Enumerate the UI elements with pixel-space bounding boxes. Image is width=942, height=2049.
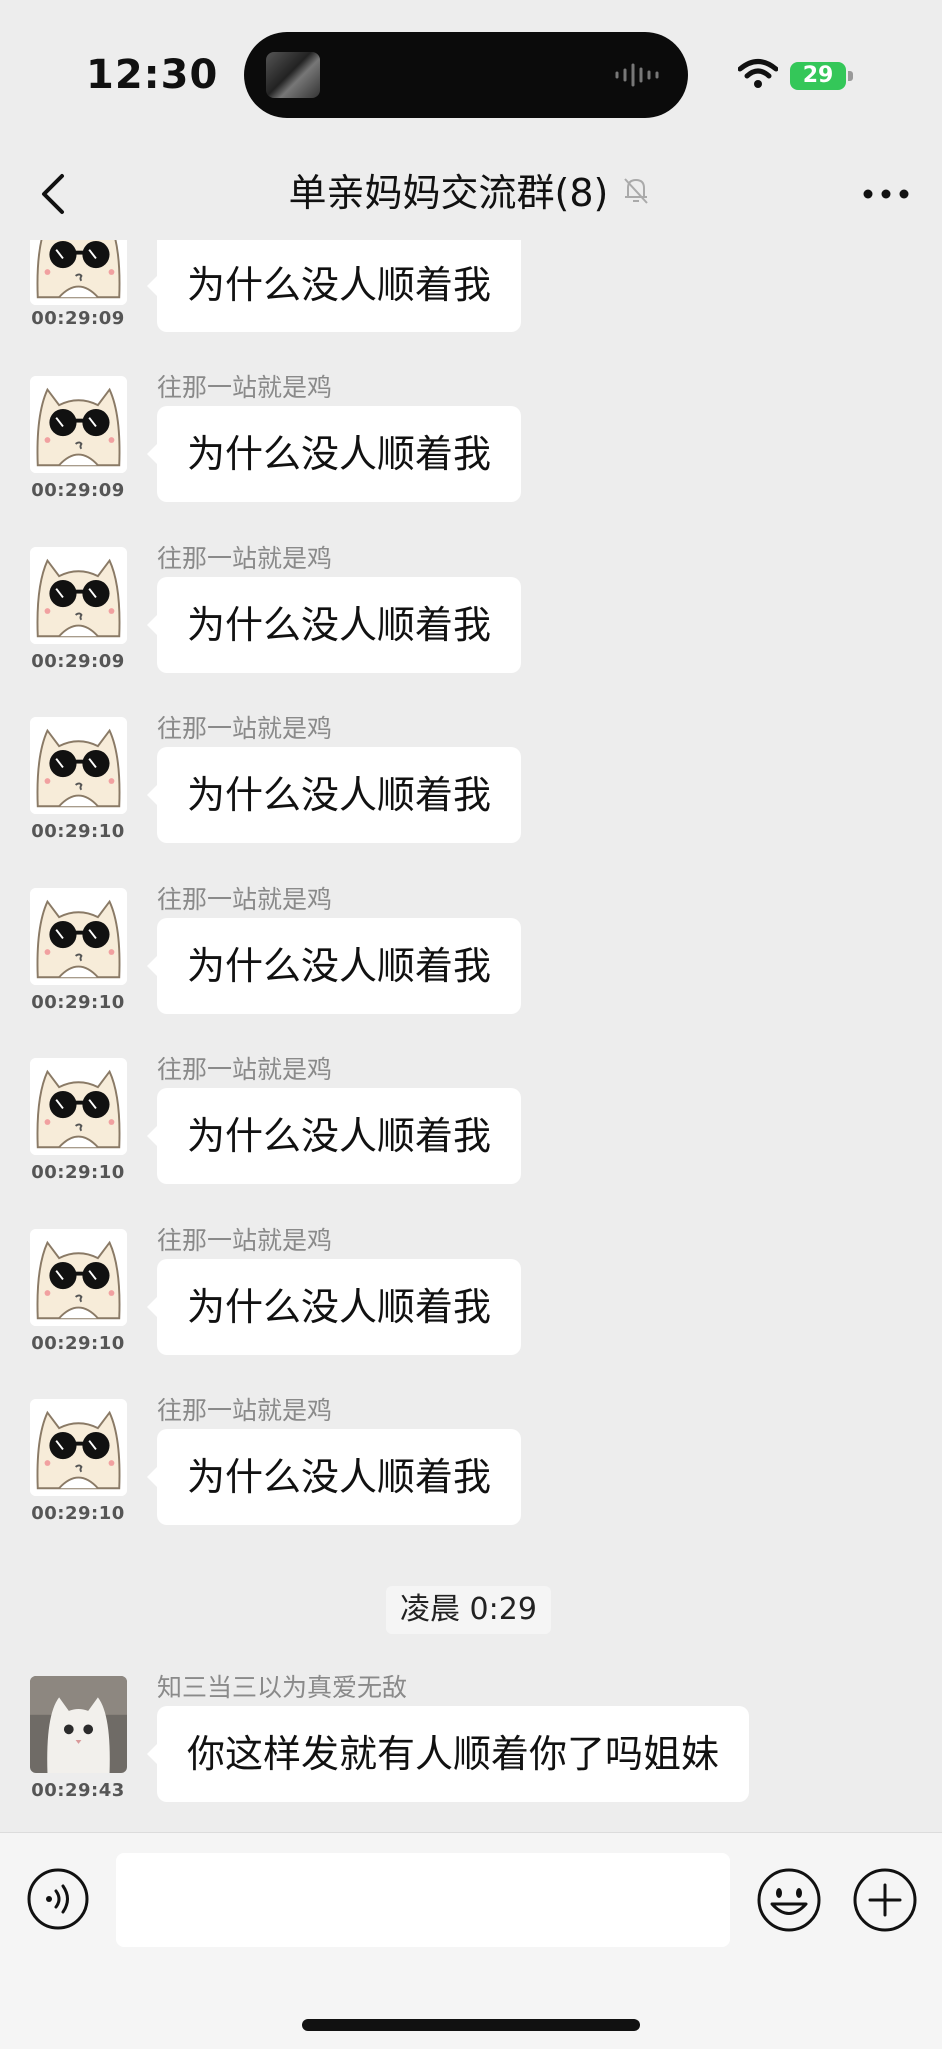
chat-title-wrap: 单亲妈妈交流群(8) <box>0 162 942 217</box>
message-bubble[interactable]: 为什么没人顺着我 <box>146 577 522 673</box>
message-input[interactable] <box>116 1853 730 1947</box>
status-time: 12:30 <box>86 52 219 98</box>
system-time-divider: 凌晨 0:29 <box>386 1586 551 1634</box>
avatar[interactable] <box>30 1676 127 1773</box>
message-bubble[interactable]: 为什么没人顺着我 <box>146 747 522 843</box>
plus-icon[interactable] <box>852 1867 918 1933</box>
avatar[interactable] <box>30 888 127 985</box>
header-shadow <box>0 238 942 240</box>
sender-name: 往那一站就是鸡 <box>157 544 333 573</box>
message-row: 00:29:10 往那一站就是鸡 为什么没人顺着我 <box>0 876 942 1036</box>
bell-slash-icon <box>624 177 649 204</box>
message-time: 00:29:10 <box>31 1162 125 1183</box>
message-bubble[interactable]: 为什么没人顺着我 <box>146 238 522 332</box>
avatar[interactable] <box>30 547 127 644</box>
avatar[interactable] <box>30 1058 127 1155</box>
avatar[interactable] <box>30 238 127 305</box>
audio-wave-icon <box>615 63 659 87</box>
message-bubble[interactable]: 为什么没人顺着我 <box>146 1259 522 1355</box>
message-bubble[interactable]: 为什么没人顺着我 <box>146 1088 522 1184</box>
sender-name: 往那一站就是鸡 <box>157 1396 333 1425</box>
wifi-icon <box>738 59 778 88</box>
avatar[interactable] <box>30 1229 127 1326</box>
message-row: 00:29:10 往那一站就是鸡 为什么没人顺着我 <box>0 1217 942 1377</box>
battery-cap <box>848 71 853 81</box>
voice-icon[interactable] <box>26 1867 90 1931</box>
avatar[interactable] <box>30 717 127 814</box>
sender-name: 往那一站就是鸡 <box>157 885 333 914</box>
sender-name: 往那一站就是鸡 <box>157 1226 333 1255</box>
dynamic-island[interactable] <box>244 32 688 118</box>
message-time: 00:29:10 <box>31 1503 125 1524</box>
chat-header: 单亲妈妈交流群(8) <box>0 150 942 239</box>
message-row: 00:29:10 往那一站就是鸡 为什么没人顺着我 <box>0 705 942 865</box>
home-indicator <box>302 2019 640 2031</box>
message-time: 00:29:43 <box>31 1780 125 1801</box>
chat-title[interactable]: 单亲妈妈交流群(8) <box>289 171 609 215</box>
avatar[interactable] <box>30 376 127 473</box>
sender-name: 往那一站就是鸡 <box>157 1055 333 1084</box>
message-bubble[interactable]: 为什么没人顺着我 <box>146 1429 522 1525</box>
more-dots-icon[interactable] <box>858 170 914 218</box>
sender-name: 知三当三以为真爱无敌 <box>157 1673 408 1702</box>
music-artwork-icon <box>266 52 320 98</box>
avatar[interactable] <box>30 1399 127 1496</box>
message-time: 00:29:09 <box>31 308 125 329</box>
message-row: 00:29:10 往那一站就是鸡 为什么没人顺着我 <box>0 1046 942 1206</box>
sender-name: 往那一站就是鸡 <box>157 373 333 402</box>
message-row: 00:29:10 往那一站就是鸡 为什么没人顺着我 <box>0 1387 942 1547</box>
battery-indicator: 29 <box>790 62 846 90</box>
message-row: 00:29:09 为什么没人顺着我 <box>0 238 942 332</box>
message-row: 00:29:09 往那一站就是鸡 为什么没人顺着我 <box>0 535 942 695</box>
message-bubble[interactable]: 为什么没人顺着我 <box>146 918 522 1014</box>
message-row: 00:29:43 知三当三以为真爱无敌 你这样发就有人顺着你了吗姐妹 <box>0 1664 942 1824</box>
message-time: 00:29:10 <box>31 821 125 842</box>
message-time: 00:29:10 <box>31 992 125 1013</box>
message-time: 00:29:09 <box>31 651 125 672</box>
input-bar <box>0 1832 942 2049</box>
message-time: 00:29:10 <box>31 1333 125 1354</box>
status-bar: 12:30 29 <box>0 0 942 150</box>
sender-name: 往那一站就是鸡 <box>157 714 333 743</box>
message-bubble[interactable]: 你这样发就有人顺着你了吗姐妹 <box>146 1706 750 1802</box>
emoji-icon[interactable] <box>756 1867 822 1933</box>
message-row: 00:29:09 往那一站就是鸡 为什么没人顺着我 <box>0 364 942 524</box>
message-time: 00:29:09 <box>31 480 125 501</box>
message-bubble[interactable]: 为什么没人顺着我 <box>146 406 522 502</box>
